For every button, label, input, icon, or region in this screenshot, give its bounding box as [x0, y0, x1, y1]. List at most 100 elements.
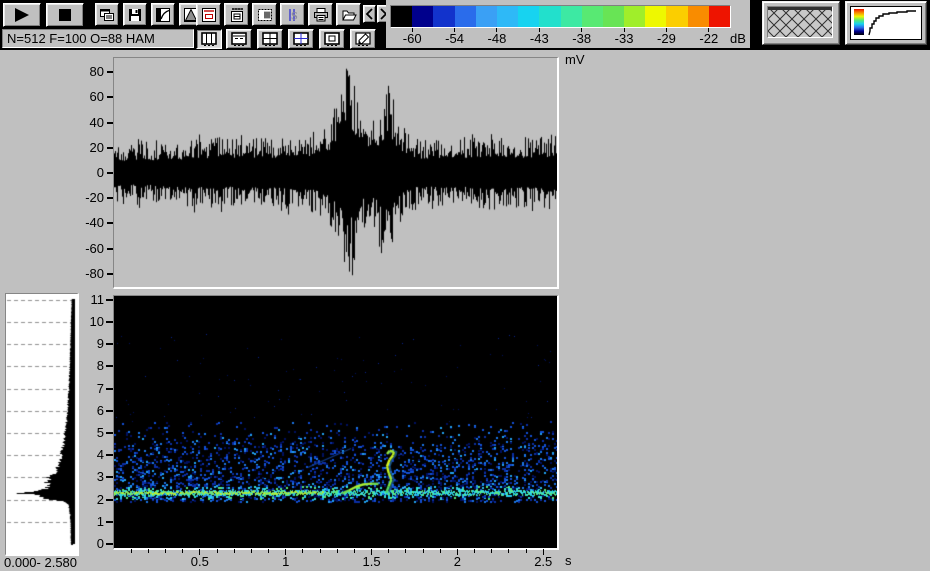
- time-tick: [182, 549, 184, 553]
- colorbar-segment: [518, 6, 540, 27]
- time-tick: [388, 549, 390, 553]
- spectrogram-ytick-label: 10: [89, 314, 104, 329]
- cascade-windows-icon: [100, 8, 114, 21]
- palette-gradient-icon: [854, 9, 864, 35]
- time-tick: [353, 549, 355, 553]
- save-button[interactable]: [123, 3, 147, 26]
- waveform-canvas[interactable]: [114, 58, 557, 287]
- waveform-ytick-label: 0: [96, 165, 104, 180]
- colorbar-tick-label: -29: [657, 31, 676, 46]
- time-tick-label: 1: [282, 554, 290, 569]
- time-tick: [474, 549, 476, 553]
- printer-icon: [313, 7, 328, 21]
- waveform-ytick: [107, 121, 113, 124]
- colorbar: [390, 5, 731, 28]
- windows-button[interactable]: [95, 3, 119, 26]
- scale-curve-button[interactable]: [151, 3, 175, 26]
- spectrogram-ytick: [106, 365, 113, 368]
- waveform-ytick: [107, 96, 113, 99]
- waveform-ytick: [107, 71, 113, 74]
- time-tick: [491, 549, 493, 553]
- toolbar: S N=512 F=100 O=88 HAM dB -60 -54 -48 -4…: [0, 0, 930, 50]
- play-button[interactable]: [3, 3, 41, 27]
- prev-button[interactable]: [363, 5, 376, 23]
- colorbar-segment: [581, 6, 603, 27]
- spectrogram-ytick-label: 6: [96, 402, 104, 418]
- waveform-ytick: [107, 197, 113, 200]
- time-tick: [319, 549, 321, 553]
- stop-icon: [59, 9, 71, 21]
- layout-waveform-button[interactable]: [196, 29, 222, 49]
- hatch-pattern-panel[interactable]: [762, 1, 840, 45]
- colorbar-segment: [454, 6, 476, 27]
- time-tick: [130, 549, 132, 553]
- layout-spectrum-button[interactable]: [226, 29, 252, 49]
- time-tick: [302, 549, 304, 553]
- open-folder-icon: [341, 10, 357, 20]
- layout-grid-alt-button[interactable]: [288, 29, 314, 49]
- spectrogram-ytick: [106, 321, 113, 323]
- time-tick: [439, 549, 441, 553]
- colorbar-segment: [624, 6, 646, 27]
- colorbar-tick-label: -22: [699, 31, 719, 46]
- layout-inset-button[interactable]: [319, 29, 345, 49]
- transfer-curve-panel[interactable]: [845, 1, 927, 45]
- time-tick: [336, 549, 338, 553]
- layout-inset-icon: [324, 32, 340, 46]
- waveform-plot[interactable]: [113, 57, 559, 289]
- time-range-label: 0.000- 2.580: [4, 555, 78, 570]
- spectrogram-ytick: [106, 476, 113, 479]
- waveform-ytick-label: -40: [85, 215, 104, 231]
- colorbar-tick-label: -60: [402, 31, 422, 46]
- time-tick-label: 2.5: [534, 554, 553, 569]
- layout-waveform-icon: [201, 32, 217, 46]
- app-window: S N=512 F=100 O=88 HAM dB -60 -54 -48 -4…: [0, 0, 930, 571]
- colorbar-tick-label: -38: [572, 31, 592, 46]
- spectrogram-ytick-label: 9: [96, 336, 104, 352]
- colorbar-tick-label: -54: [445, 31, 464, 46]
- waveform-ytick-label: 60: [89, 89, 104, 105]
- layout-grid-button[interactable]: [257, 29, 283, 49]
- spectrogram-settings-button[interactable]: [252, 3, 277, 26]
- hatch-pattern-icon: [768, 7, 832, 37]
- waveform-ytick: [107, 146, 113, 149]
- fft-status-field: N=512 F=100 O=88 HAM: [2, 29, 194, 48]
- spectrogram-plot[interactable]: [113, 295, 559, 550]
- waveform-ytick: [107, 272, 113, 275]
- spectrogram-ytick: [106, 498, 113, 501]
- colorbar-tick-label: -43: [529, 31, 549, 46]
- print-button[interactable]: [308, 3, 333, 26]
- time-tick: [268, 549, 270, 553]
- waveform-ytick-label: 80: [89, 64, 104, 80]
- time-tick: [216, 549, 218, 553]
- stop-button[interactable]: [46, 3, 84, 27]
- time-tick: [147, 549, 149, 553]
- average-spectrum-panel[interactable]: [5, 293, 79, 556]
- scale-settings-button[interactable]: S: [280, 3, 305, 26]
- time-tick: [250, 549, 252, 553]
- spectrogram-ytick-label: 11: [90, 291, 105, 307]
- average-spectrum-canvas: [6, 294, 77, 554]
- open-file-button[interactable]: [336, 3, 361, 26]
- time-tick: [508, 549, 510, 553]
- spectrogram-ytick-label: 7: [96, 380, 104, 396]
- time-tick: [422, 549, 424, 553]
- spectrogram-ytick: [106, 432, 113, 434]
- spectrogram-ytick: [106, 343, 113, 346]
- waveform-ytick-label: -60: [85, 240, 104, 256]
- time-tick-label: 0.5: [190, 554, 209, 569]
- waveform-ytick: [107, 247, 113, 250]
- colorbar-segment: [645, 6, 667, 27]
- colorbar-segment: [708, 6, 730, 27]
- layout-cross-blue-icon: [293, 32, 309, 46]
- spectrogram-ytick: [106, 298, 113, 301]
- transfer-curve-icon: [868, 10, 916, 36]
- time-tick: [405, 549, 407, 553]
- spectrogram-ytick: [106, 387, 113, 390]
- signal-display-button[interactable]: [196, 3, 221, 26]
- waveform-ytick-label: -80: [85, 265, 104, 281]
- colorbar-segment: [412, 6, 434, 27]
- edit-annotations-button[interactable]: [350, 29, 376, 49]
- spectrogram-canvas[interactable]: [114, 296, 557, 548]
- fft-settings-button[interactable]: [224, 3, 249, 26]
